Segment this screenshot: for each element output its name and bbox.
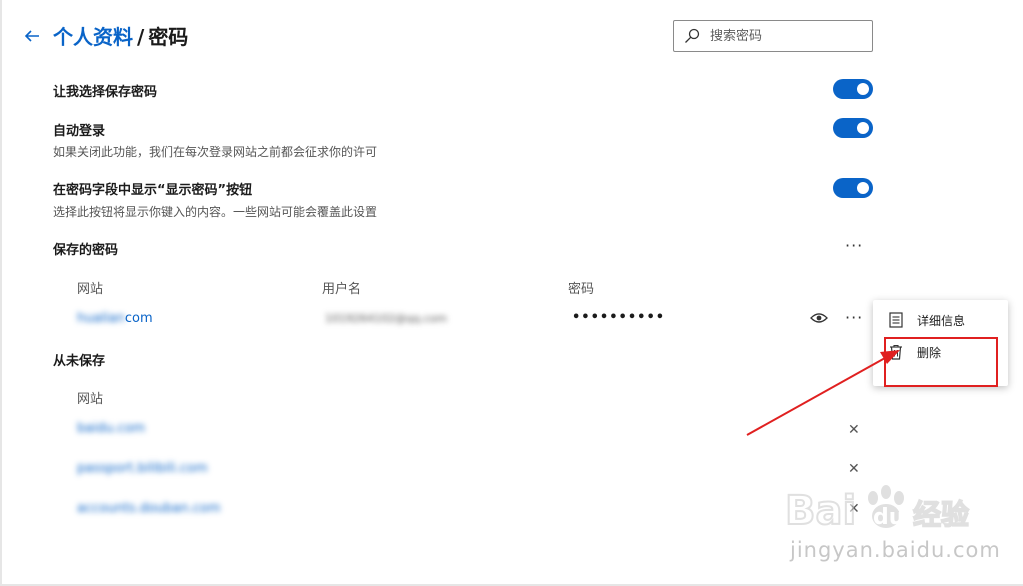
show-password-eye-icon[interactable] <box>810 311 828 325</box>
menu-item-details[interactable]: 详细信息 <box>873 304 1008 336</box>
setting-auto-signin-desc: 如果关闭此功能，我们在每次登录网站之前都会征求你的许可 <box>53 145 378 159</box>
saved-username: 1019264102@qq.com <box>325 312 447 325</box>
setting-offer-save-title: 让我选择保存密码 <box>53 85 158 100</box>
toggle-knob <box>857 182 869 194</box>
window-left-border <box>0 0 2 586</box>
never-saved-column-site: 网站 <box>77 392 104 407</box>
column-header-username: 用户名 <box>322 282 362 297</box>
details-list-icon <box>889 312 903 328</box>
page-title: 个人资料 / 密码 <box>53 24 188 50</box>
svg-text:经验: 经验 <box>913 498 969 531</box>
svg-text:Bai: Bai <box>785 488 856 534</box>
saved-site-link[interactable]: hualiancom <box>77 311 153 326</box>
breadcrumb-current: 密码 <box>148 25 189 49</box>
saved-password-mask: •••••••••• <box>572 310 666 325</box>
back-arrow-icon[interactable] <box>22 26 42 46</box>
never-saved-site[interactable]: passport.bilibili.com <box>77 461 208 476</box>
remove-never-saved-close-icon[interactable]: ✕ <box>848 462 860 476</box>
toggle-reveal-button[interactable] <box>833 178 873 198</box>
setting-auto-signin-title: 自动登录 <box>53 124 106 139</box>
never-saved-title: 从未保存 <box>53 354 106 369</box>
menu-item-details-label: 详细信息 <box>917 314 966 328</box>
saved-passwords-title: 保存的密码 <box>53 243 119 258</box>
baidu-jingyan-watermark-logo: Bai du 经验 <box>785 485 970 535</box>
search-box[interactable] <box>673 20 873 52</box>
annotation-highlight-box <box>884 337 998 387</box>
breadcrumb-profile-link[interactable]: 个人资料 <box>53 25 133 49</box>
search-input[interactable] <box>710 25 860 47</box>
search-icon <box>685 28 700 43</box>
setting-reveal-button-title: 在密码字段中显示“显示密码”按钮 <box>53 183 253 198</box>
never-saved-site[interactable]: baidu.com <box>77 421 145 436</box>
column-header-password: 密码 <box>568 282 595 297</box>
breadcrumb-separator: / <box>137 25 145 49</box>
saved-site-suffix: com <box>124 311 153 326</box>
toggle-knob <box>857 83 869 95</box>
setting-reveal-button-desc: 选择此按钮将显示你键入的内容。一些网站可能会覆盖此设置 <box>53 205 378 219</box>
saved-site-name-blurred: hualian <box>77 311 125 326</box>
toggle-offer-save[interactable] <box>833 79 873 99</box>
never-saved-site[interactable]: accounts.douban.com <box>77 501 221 516</box>
toggle-knob <box>857 122 869 134</box>
saved-row-more-button[interactable]: ··· <box>845 310 863 326</box>
toggle-auto-signin[interactable] <box>833 118 873 138</box>
column-header-site: 网站 <box>77 282 104 297</box>
saved-passwords-more-button[interactable]: ··· <box>845 238 863 254</box>
svg-text:du: du <box>873 505 904 530</box>
remove-never-saved-close-icon[interactable]: ✕ <box>848 423 860 437</box>
watermark-url: jingyan.baidu.com <box>790 538 1001 562</box>
